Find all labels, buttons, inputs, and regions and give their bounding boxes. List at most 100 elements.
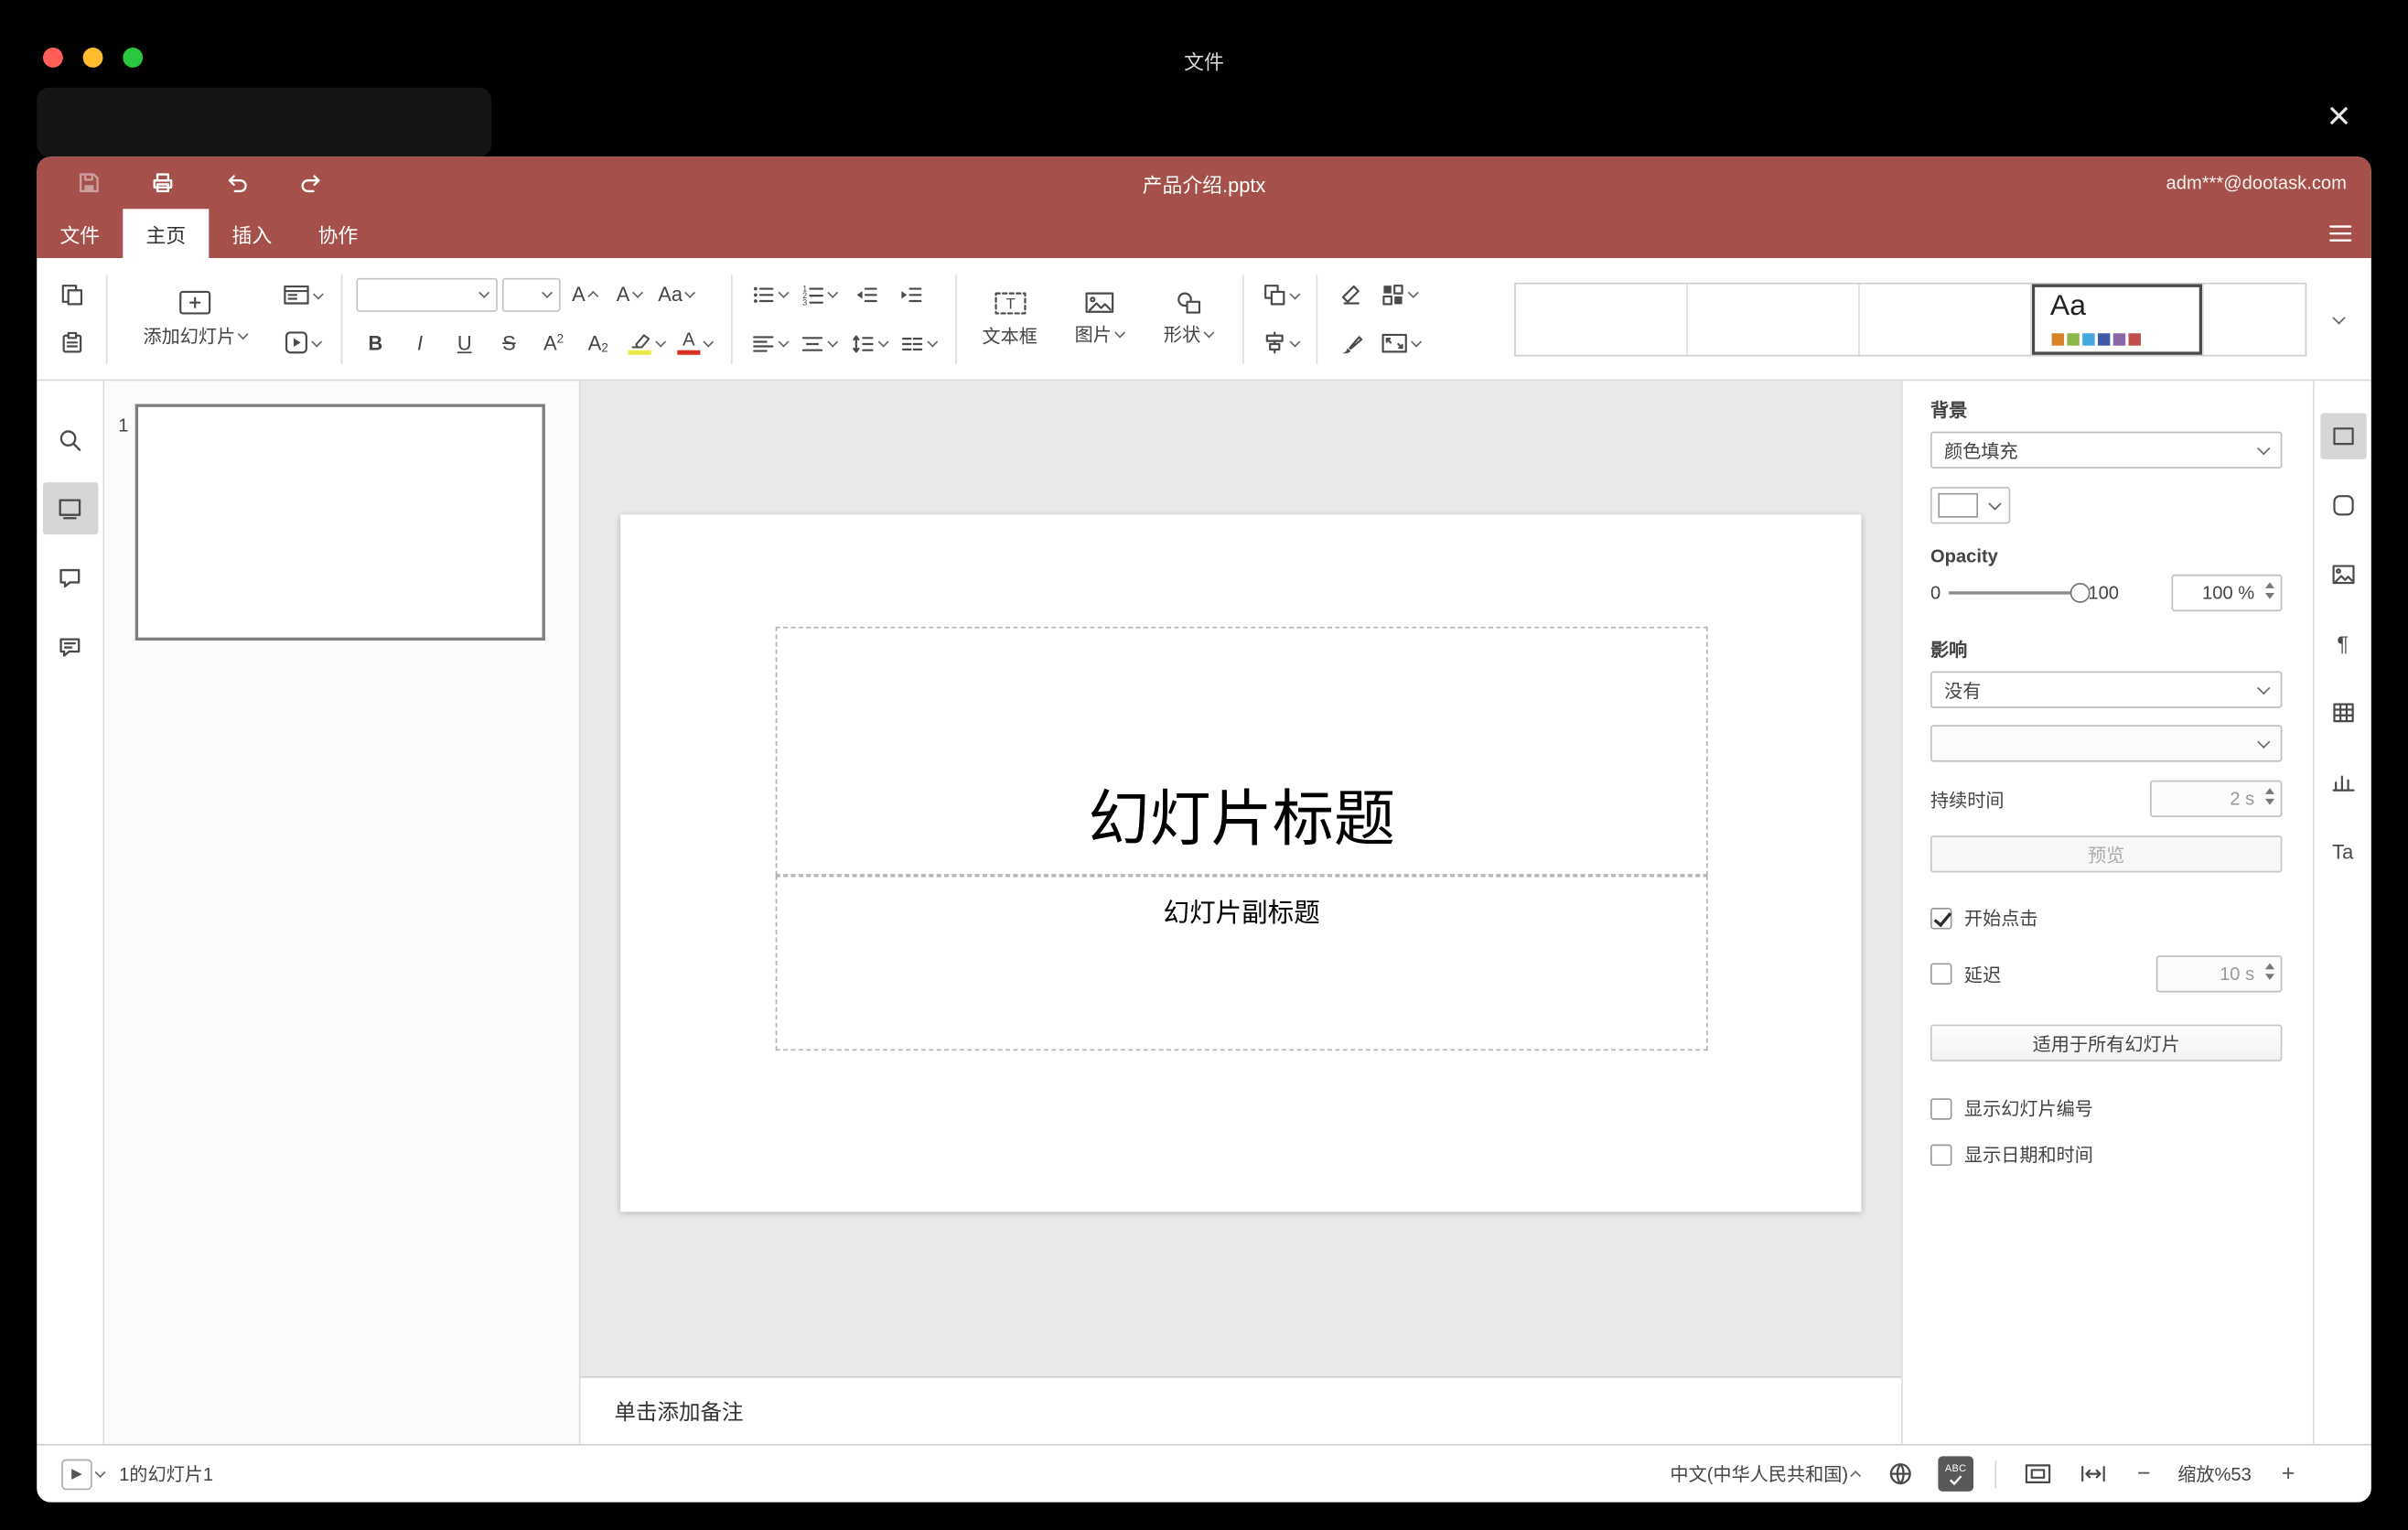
sidebar-comments-button[interactable] <box>42 552 97 604</box>
opacity-slider-knob[interactable] <box>2069 583 2091 603</box>
bold-button[interactable]: B <box>356 323 396 363</box>
theme-option-3[interactable] <box>1860 283 2032 354</box>
search-icon <box>59 429 81 450</box>
sidebar-chat-button[interactable] <box>42 620 97 673</box>
highlight-color-button[interactable] <box>623 323 669 363</box>
zoom-out-button[interactable]: − <box>2132 1460 2156 1487</box>
chevron-down-icon[interactable] <box>95 1467 105 1478</box>
tab-home[interactable]: 主页 <box>123 209 210 259</box>
fit-width-button[interactable] <box>2080 1462 2107 1485</box>
slide-subtitle-placeholder[interactable]: 幻灯片副标题 <box>775 875 1708 1051</box>
numbered-list-button[interactable]: 123 <box>796 275 842 315</box>
notes-area[interactable]: 单击添加备注 <box>580 1376 1902 1444</box>
horizontal-align-button[interactable] <box>746 323 791 363</box>
delay-label: 延迟 <box>1963 964 2002 986</box>
fit-slide-button[interactable] <box>2024 1462 2051 1485</box>
font-color-button[interactable]: A <box>672 323 716 363</box>
color-scheme-button[interactable] <box>1376 275 1422 315</box>
tab-collaboration[interactable]: 协作 <box>295 209 381 258</box>
delay-checkbox[interactable] <box>1930 963 1952 985</box>
change-case-button[interactable]: Aa <box>653 275 698 315</box>
opacity-input[interactable]: 100 % <box>2171 574 2283 612</box>
underline-button[interactable]: U <box>445 323 485 363</box>
duration-input[interactable]: 2 s <box>2150 780 2283 818</box>
insert-image-button[interactable]: 图片 <box>1059 265 1138 373</box>
decrease-indent-button[interactable] <box>845 275 886 315</box>
decrease-font-button[interactable]: A <box>609 275 650 315</box>
tab-file[interactable]: 文件 <box>37 209 123 258</box>
background-color-picker[interactable] <box>1930 487 2011 524</box>
check-icon <box>1949 1474 1962 1485</box>
show-date-time-checkbox[interactable] <box>1930 1143 1952 1166</box>
preview-button[interactable]: 预览 <box>1930 835 2283 873</box>
set-document-language-button[interactable] <box>1887 1460 1914 1487</box>
shape-settings-tab[interactable] <box>2320 482 2366 528</box>
align-left-icon <box>752 335 773 351</box>
bullet-list-button[interactable] <box>746 275 791 315</box>
sidebar-slides-button[interactable] <box>42 482 98 535</box>
spinner-arrows-icon[interactable] <box>2264 788 2275 805</box>
start-slideshow-button[interactable] <box>278 323 327 363</box>
insert-textbox-button[interactable]: T 文本框 <box>970 265 1049 373</box>
table-settings-tab[interactable] <box>2320 690 2366 736</box>
zoom-in-button[interactable]: + <box>2276 1460 2301 1487</box>
chart-settings-tab[interactable] <box>2320 759 2366 804</box>
strikethrough-button[interactable]: S <box>489 323 530 363</box>
columns-button[interactable] <box>896 323 941 363</box>
spinner-arrows-icon[interactable] <box>2264 963 2275 980</box>
vertical-align-button[interactable] <box>796 323 842 363</box>
font-name-select[interactable] <box>355 276 498 311</box>
undo-button[interactable] <box>217 165 257 201</box>
font-size-select[interactable] <box>501 276 560 311</box>
show-date-time-label: 显示日期和时间 <box>1963 1144 2093 1167</box>
spinner-arrows-icon[interactable] <box>2264 582 2275 599</box>
increase-indent-button[interactable] <box>890 275 930 315</box>
spell-check-toggle[interactable]: ABC <box>1938 1456 1973 1492</box>
copy-button[interactable] <box>52 275 92 315</box>
textart-settings-tab[interactable] <box>2320 828 2366 874</box>
theme-gallery-expand-button[interactable] <box>2316 282 2356 356</box>
add-slide-button[interactable]: 添加幻灯片 <box>122 265 269 373</box>
copy-style-button[interactable] <box>1331 323 1371 363</box>
chevron-down-icon <box>778 337 789 347</box>
effect-type-select[interactable] <box>1930 725 2283 762</box>
paragraph-settings-tab[interactable] <box>2320 620 2366 666</box>
slide-thumbnail-1[interactable] <box>134 404 545 641</box>
subscript-button[interactable]: A2 <box>578 323 618 363</box>
slide-title-placeholder[interactable]: 幻灯片标题 <box>775 626 1708 876</box>
arrange-shape-button[interactable] <box>1257 275 1303 315</box>
close-icon[interactable]: × <box>2316 92 2361 138</box>
slide-layout-button[interactable] <box>278 275 327 315</box>
print-button[interactable] <box>143 165 183 201</box>
start-slideshow-status-button[interactable]: ▶ <box>61 1458 92 1490</box>
apply-to-all-slides-button[interactable]: 适用于所有幻灯片 <box>1930 1024 2283 1061</box>
image-settings-tab[interactable] <box>2320 552 2366 598</box>
theme-option-2[interactable] <box>1688 283 1860 354</box>
chevron-down-icon <box>685 287 696 298</box>
save-button[interactable] <box>70 165 110 201</box>
align-shape-button[interactable] <box>1257 323 1303 363</box>
superscript-button[interactable]: A2 <box>533 323 574 363</box>
menu-button[interactable] <box>2310 209 2371 258</box>
language-selector[interactable]: 中文(中华人民共和国) <box>1670 1460 1862 1487</box>
slide-settings-tab[interactable] <box>2319 413 2366 459</box>
delay-input[interactable]: 10 s <box>2155 955 2283 993</box>
italic-button[interactable]: I <box>400 323 440 363</box>
theme-option-1[interactable] <box>1516 283 1688 354</box>
background-fill-select[interactable]: 颜色填充 <box>1930 431 2283 469</box>
slide-canvas[interactable]: 幻灯片标题 幻灯片副标题 <box>620 514 1862 1212</box>
sidebar-search-button[interactable] <box>42 414 97 466</box>
tab-insert[interactable]: 插入 <box>209 209 295 258</box>
insert-shape-button[interactable]: 形状 <box>1148 265 1228 373</box>
start-on-click-checkbox[interactable] <box>1930 907 1952 929</box>
show-slide-number-checkbox[interactable] <box>1930 1097 1952 1119</box>
redo-button[interactable] <box>290 165 330 201</box>
clear-style-button[interactable] <box>1331 275 1371 315</box>
increase-font-button[interactable]: A <box>564 275 605 315</box>
paste-button[interactable] <box>52 323 92 363</box>
slide-size-button[interactable] <box>1376 323 1424 363</box>
opacity-slider[interactable] <box>1948 583 2091 603</box>
theme-option-selected[interactable]: Aa <box>2032 283 2204 354</box>
effect-select[interactable]: 没有 <box>1930 671 2283 708</box>
line-spacing-button[interactable] <box>845 323 891 363</box>
